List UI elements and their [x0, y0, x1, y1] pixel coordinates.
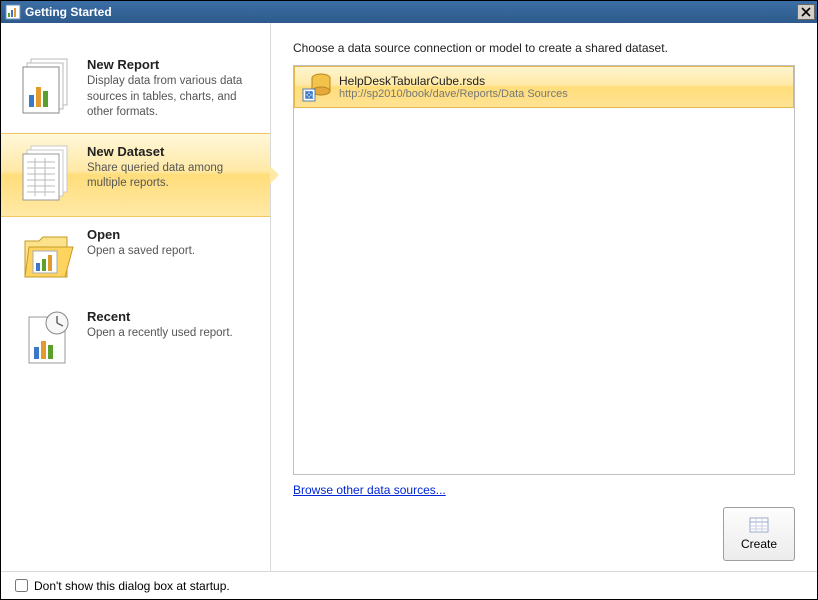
open-icon — [19, 227, 79, 287]
main-panel: Choose a data source connection or model… — [271, 23, 817, 571]
data-source-list[interactable]: HelpDeskTabularCube.rsds http://sp2010/b… — [293, 65, 795, 475]
sidebar-item-desc: Share queried data among multiple report… — [87, 161, 258, 192]
startup-checkbox-text: Don't show this dialog box at startup. — [34, 579, 230, 593]
sidebar: New Report Display data from various dat… — [1, 23, 271, 571]
create-button-label: Create — [741, 537, 777, 551]
data-source-icon — [301, 71, 333, 103]
data-source-name: HelpDeskTabularCube.rsds — [339, 74, 787, 88]
create-button[interactable]: Create — [723, 507, 795, 561]
footer: Don't show this dialog box at startup. — [1, 571, 817, 599]
sidebar-item-desc: Open a recently used report. — [87, 326, 258, 342]
button-row: Create — [293, 507, 795, 561]
sidebar-item-title: Open — [87, 227, 258, 242]
sidebar-item-title: Recent — [87, 309, 258, 324]
new-report-icon — [19, 57, 79, 121]
recent-icon — [19, 309, 79, 369]
sidebar-item-open[interactable]: Open Open a saved report. — [1, 217, 270, 299]
window-title: Getting Started — [25, 5, 797, 19]
close-button[interactable] — [797, 4, 815, 20]
new-dataset-icon — [19, 144, 79, 204]
sidebar-item-new-dataset[interactable]: New Dataset Share queried data among mul… — [1, 133, 270, 217]
create-button-icon — [749, 517, 769, 533]
startup-checkbox-label[interactable]: Don't show this dialog box at startup. — [15, 579, 230, 593]
browse-other-sources-link[interactable]: Browse other data sources... — [293, 483, 795, 497]
sidebar-item-title: New Dataset — [87, 144, 258, 159]
app-icon — [5, 4, 21, 20]
sidebar-item-recent[interactable]: Recent Open a recently used report. — [1, 299, 270, 381]
startup-checkbox[interactable] — [15, 579, 28, 592]
content-area: New Report Display data from various dat… — [1, 23, 817, 571]
sidebar-item-title: New Report — [87, 57, 258, 72]
data-source-item[interactable]: HelpDeskTabularCube.rsds http://sp2010/b… — [294, 66, 794, 108]
sidebar-item-desc: Display data from various data sources i… — [87, 74, 258, 121]
sidebar-item-desc: Open a saved report. — [87, 244, 258, 260]
titlebar: Getting Started — [1, 1, 817, 23]
data-source-path: http://sp2010/book/dave/Reports/Data Sou… — [339, 88, 787, 100]
main-heading: Choose a data source connection or model… — [293, 41, 795, 55]
sidebar-item-new-report[interactable]: New Report Display data from various dat… — [1, 47, 270, 133]
